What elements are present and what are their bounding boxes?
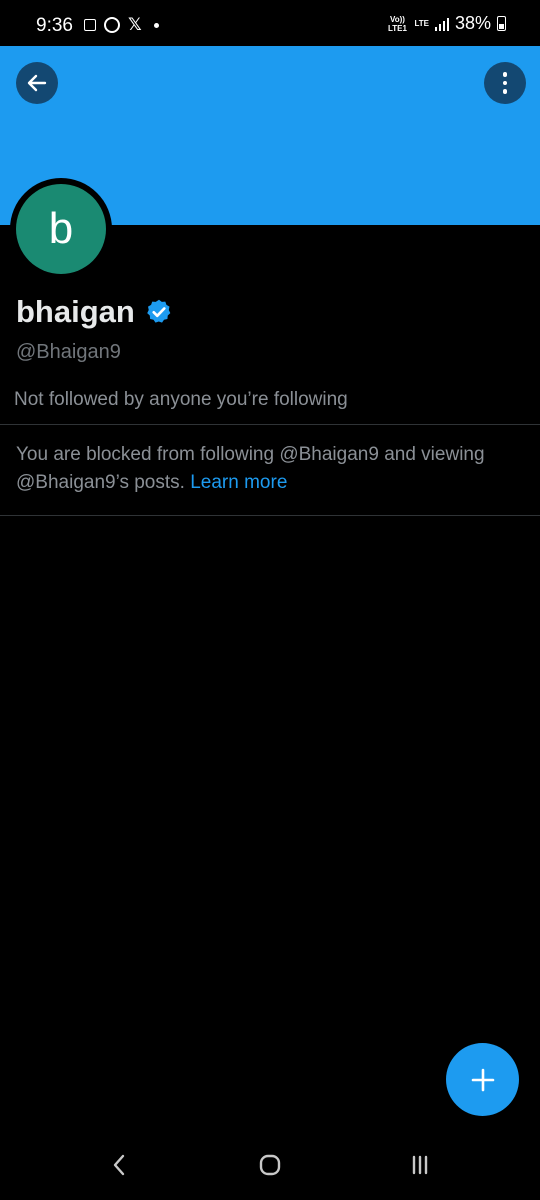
- nav-back-button[interactable]: [106, 1150, 132, 1180]
- learn-more-link[interactable]: Learn more: [190, 472, 287, 493]
- more-options-button[interactable]: [484, 62, 526, 104]
- follow-context: Not followed by anyone you’re following: [14, 389, 348, 410]
- back-button[interactable]: [16, 62, 58, 104]
- nav-home-icon: [259, 1154, 281, 1176]
- nav-home-button[interactable]: [255, 1150, 285, 1180]
- message-icon: [84, 19, 96, 31]
- status-time: 9:36: [36, 15, 73, 36]
- more-vertical-icon: [502, 72, 508, 94]
- user-handle: @Bhaigan9: [16, 341, 121, 363]
- divider: [0, 424, 540, 425]
- display-name: bhaigan: [16, 294, 135, 329]
- volte-indicator: Vo)) LTE1: [387, 14, 407, 33]
- nav-back-icon: [113, 1154, 125, 1176]
- nav-recents-button[interactable]: [405, 1150, 435, 1180]
- notification-dot: [153, 22, 159, 28]
- status-bar: 9:36 𝕏 Vo)) LTE1 LTE 38%: [0, 0, 540, 46]
- lte-indicator: LTE: [414, 19, 429, 28]
- blocked-message: You are blocked from following @Bhaigan9…: [16, 441, 531, 497]
- plus-icon: [471, 1068, 494, 1091]
- avatar[interactable]: b: [10, 178, 112, 280]
- system-icons: Vo)) LTE1 LTE 38%: [386, 13, 506, 34]
- divider: [0, 515, 540, 516]
- notification-icons: 𝕏: [84, 15, 159, 34]
- x-icon: 𝕏: [128, 15, 142, 34]
- battery-percent: 38%: [454, 13, 491, 33]
- system-nav-bar: [0, 1130, 540, 1200]
- compose-post-button[interactable]: [446, 1043, 519, 1116]
- display-name-row: bhaigan: [16, 294, 173, 330]
- whatsapp-icon: [104, 17, 120, 33]
- signal-icon: [434, 17, 449, 31]
- nav-recents-icon: [412, 1155, 428, 1175]
- verified-badge-icon[interactable]: [145, 298, 173, 326]
- battery-icon: [497, 16, 506, 31]
- arrow-left-icon: [27, 74, 47, 92]
- avatar-letter: b: [16, 184, 106, 274]
